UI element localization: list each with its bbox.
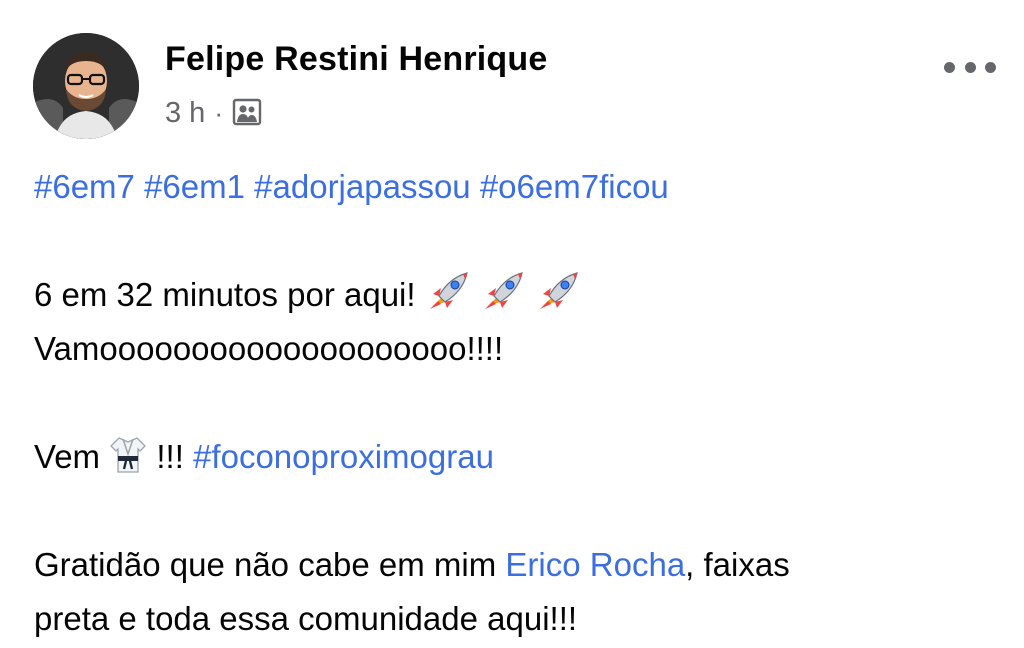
post-time[interactable]: 3 h xyxy=(165,97,205,130)
text-segment: , faixas xyxy=(685,546,790,583)
text-segment: preta e toda essa comunidade aqui!!! xyxy=(34,600,578,637)
text-segment: Vem xyxy=(34,438,101,475)
more-dot xyxy=(985,61,996,73)
hashtag-link[interactable]: #foconoproximograu xyxy=(193,438,494,475)
hashtags-line: #6em7 #6em1 #adorjapassou #o6em7ficou xyxy=(34,160,994,214)
text-line: Vem !!! #foconoproximograu xyxy=(34,430,994,484)
text-segment: Vamoooooooooooooooooooo!!!! xyxy=(34,330,504,367)
facebook-post: Felipe Restini Henrique 3 h · #6em7 #6em… xyxy=(0,0,1024,648)
post-body: #6em7 #6em1 #adorjapassou #o6em7ficou 6 … xyxy=(34,160,994,646)
text-segment: !!! xyxy=(156,438,184,475)
text-line: Gratidão que não cabe em mim Erico Rocha… xyxy=(34,538,994,592)
text-segment: Gratidão que não cabe em mim xyxy=(34,546,497,583)
text-line: preta e toda essa comunidade aqui!!! xyxy=(34,592,994,646)
post-meta: 3 h · xyxy=(165,95,264,131)
friends-audience-icon[interactable] xyxy=(232,98,264,128)
meta-separator: · xyxy=(214,98,223,128)
text-line: Vamoooooooooooooooooooo!!!! xyxy=(34,322,994,376)
rocket-icon xyxy=(425,270,471,328)
hashtag-link[interactable]: #6em7 xyxy=(34,168,135,205)
author-name[interactable]: Felipe Restini Henrique xyxy=(165,40,547,79)
more-dot xyxy=(964,61,976,73)
rocket-icon xyxy=(535,270,581,328)
text-line: 6 em 32 minutos por aqui! xyxy=(34,268,994,322)
more-dot xyxy=(944,61,955,73)
mention-link[interactable]: Erico Rocha xyxy=(505,546,685,583)
hashtag-link[interactable]: #adorjapassou xyxy=(254,168,471,205)
hashtag-link[interactable]: #o6em7ficou xyxy=(480,168,669,205)
text-segment: 6 em 32 minutos por aqui! xyxy=(34,276,416,313)
author-avatar[interactable] xyxy=(33,33,139,139)
more-options-icon[interactable] xyxy=(944,54,996,80)
hashtag-link[interactable]: #6em1 xyxy=(144,168,245,205)
rocket-icon xyxy=(480,270,526,328)
martial-arts-uniform-icon xyxy=(109,434,147,490)
